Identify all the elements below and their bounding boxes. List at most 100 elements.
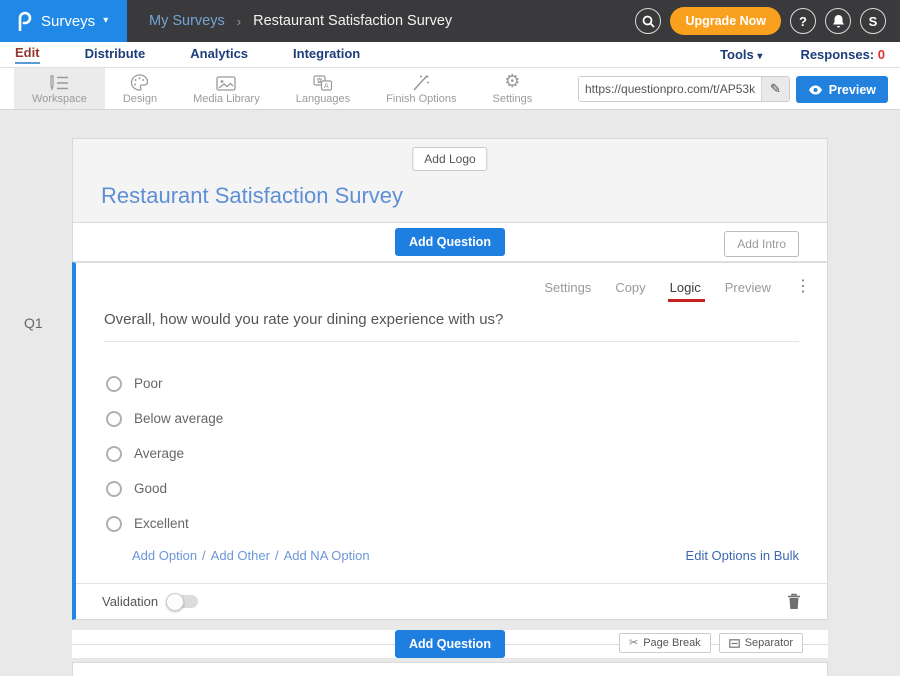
edit-url-button[interactable]: ✎ xyxy=(761,77,789,101)
kebab-menu-icon[interactable]: ⋮ xyxy=(795,279,811,295)
questionpro-logo-icon xyxy=(16,11,33,31)
survey-canvas: Q1 Add Logo Restaurant Satisfaction Surv… xyxy=(0,110,900,676)
preview-button[interactable]: Preview xyxy=(796,76,888,103)
toolbar-item-label: Settings xyxy=(492,93,532,105)
question-copy-link[interactable]: Copy xyxy=(615,280,645,295)
toolbar-item-settings[interactable]: ⚙ Settings xyxy=(474,68,550,109)
add-question-row-top: Add Question Add Intro xyxy=(72,222,828,262)
radio-icon[interactable] xyxy=(106,446,122,462)
logic-annotation-underline xyxy=(668,299,705,302)
toggle-knob xyxy=(166,593,184,611)
upgrade-now-button[interactable]: Upgrade Now xyxy=(670,7,781,35)
edit-options-in-bulk-link[interactable]: Edit Options in Bulk xyxy=(686,548,799,563)
option-row-good[interactable]: Good xyxy=(106,471,827,506)
toolbar-item-label: Languages xyxy=(296,93,350,105)
next-section-partial xyxy=(72,662,828,676)
chevron-down-icon: ▾ xyxy=(757,51,762,62)
add-logo-button[interactable]: Add Logo xyxy=(412,147,487,171)
option-label[interactable]: Good xyxy=(134,481,167,496)
scissors-icon: ✂ xyxy=(629,638,638,649)
breadcrumb-separator-icon: › xyxy=(237,14,241,29)
section-nav: Edit Distribute Analytics Integration To… xyxy=(0,42,900,68)
separator-button[interactable]: Separator xyxy=(719,633,803,653)
add-option-link[interactable]: Add Option xyxy=(132,548,197,563)
svg-text:A: A xyxy=(324,83,329,90)
option-label[interactable]: Poor xyxy=(134,376,163,391)
survey-header-section: Add Logo Restaurant Satisfaction Survey xyxy=(72,138,828,222)
question-text-underline xyxy=(104,341,799,342)
question-text[interactable]: Overall, how would you rate your dining … xyxy=(104,311,799,328)
editor-toolbar: Workspace Design Media Library A Languag… xyxy=(0,68,900,110)
avatar[interactable]: S xyxy=(860,8,886,34)
notifications-button[interactable] xyxy=(825,8,851,34)
question-card: Settings Copy Logic Preview ⋮ Overall, h… xyxy=(72,262,828,620)
product-name: Surveys xyxy=(41,13,95,30)
breadcrumb: My Surveys › Restaurant Satisfaction Sur… xyxy=(149,13,452,29)
search-button[interactable] xyxy=(635,8,661,34)
validation-label: Validation xyxy=(102,594,158,609)
magic-wand-icon xyxy=(412,72,430,91)
palette-icon xyxy=(130,72,149,91)
validation-toggle[interactable] xyxy=(168,595,198,608)
add-question-button[interactable]: Add Question xyxy=(395,228,505,256)
toolbar-item-languages[interactable]: A Languages xyxy=(278,68,368,109)
tab-analytics[interactable]: Analytics xyxy=(190,46,248,63)
link-separator: / xyxy=(275,548,279,563)
question-logic-link[interactable]: Logic xyxy=(670,280,701,295)
validation-row: Validation xyxy=(76,583,827,619)
add-question-button-bottom[interactable]: Add Question xyxy=(395,630,505,658)
radio-icon[interactable] xyxy=(106,516,122,532)
option-links-row: Add Option / Add Other / Add NA Option E… xyxy=(132,548,799,563)
tab-edit[interactable]: Edit xyxy=(15,45,40,64)
trash-icon xyxy=(787,593,801,610)
option-label[interactable]: Excellent xyxy=(134,516,189,531)
option-row-excellent[interactable]: Excellent xyxy=(106,506,827,541)
toolbar-item-label: Design xyxy=(123,93,157,105)
link-separator: / xyxy=(202,548,206,563)
product-switcher[interactable]: Surveys ▾ xyxy=(0,0,127,42)
question-preview-link[interactable]: Preview xyxy=(725,280,771,295)
search-icon xyxy=(642,15,655,28)
survey-url-input[interactable] xyxy=(579,77,761,101)
survey-url-group: ✎ xyxy=(578,76,790,102)
toolbar-item-workspace[interactable]: Workspace xyxy=(14,68,105,109)
tab-distribute[interactable]: Distribute xyxy=(85,46,146,63)
option-row-poor[interactable]: Poor xyxy=(106,366,827,401)
breadcrumb-my-surveys[interactable]: My Surveys xyxy=(149,13,225,29)
option-label[interactable]: Below average xyxy=(134,411,223,426)
avatar-initial: S xyxy=(869,14,878,29)
workspace-icon xyxy=(48,72,70,91)
tab-integration[interactable]: Integration xyxy=(293,46,360,63)
toolbar-item-media-library[interactable]: Media Library xyxy=(175,68,278,109)
add-na-option-link[interactable]: Add NA Option xyxy=(284,548,370,563)
toolbar-item-design[interactable]: Design xyxy=(105,68,175,109)
add-intro-button[interactable]: Add Intro xyxy=(724,231,799,257)
chevron-down-icon: ▾ xyxy=(103,16,108,26)
header-actions: Upgrade Now ? S xyxy=(635,7,886,35)
help-button[interactable]: ? xyxy=(790,8,816,34)
option-label[interactable]: Average xyxy=(134,446,184,461)
answer-options: Poor Below average Average Good xyxy=(106,366,827,541)
radio-icon[interactable] xyxy=(106,411,122,427)
question-settings-link[interactable]: Settings xyxy=(544,280,591,295)
questionpro-survey-editor: Surveys ▾ My Surveys › Restaurant Satisf… xyxy=(0,0,900,676)
add-question-row-bottom: Add Question ✂ Page Break Separator xyxy=(72,630,828,658)
question-actions: Settings Copy Logic Preview ⋮ xyxy=(544,279,811,295)
breadcrumb-current-survey: Restaurant Satisfaction Survey xyxy=(253,13,452,29)
radio-icon[interactable] xyxy=(106,481,122,497)
question-number: Q1 xyxy=(24,315,43,331)
toolbar-item-label: Media Library xyxy=(193,93,260,105)
tools-menu[interactable]: Tools ▾ xyxy=(720,47,762,62)
survey-container: Add Logo Restaurant Satisfaction Survey … xyxy=(72,110,828,676)
page-break-button[interactable]: ✂ Page Break xyxy=(619,633,711,653)
add-other-link[interactable]: Add Other xyxy=(211,548,270,563)
survey-title[interactable]: Restaurant Satisfaction Survey xyxy=(101,183,403,209)
toolbar-item-finish-options[interactable]: Finish Options xyxy=(368,68,474,109)
separator-icon xyxy=(729,639,740,648)
option-row-average[interactable]: Average xyxy=(106,436,827,471)
delete-question-button[interactable] xyxy=(787,593,801,610)
eye-icon xyxy=(808,85,823,95)
responses-counter[interactable]: Responses: 0 xyxy=(800,47,885,62)
option-row-below-average[interactable]: Below average xyxy=(106,401,827,436)
radio-icon[interactable] xyxy=(106,376,122,392)
